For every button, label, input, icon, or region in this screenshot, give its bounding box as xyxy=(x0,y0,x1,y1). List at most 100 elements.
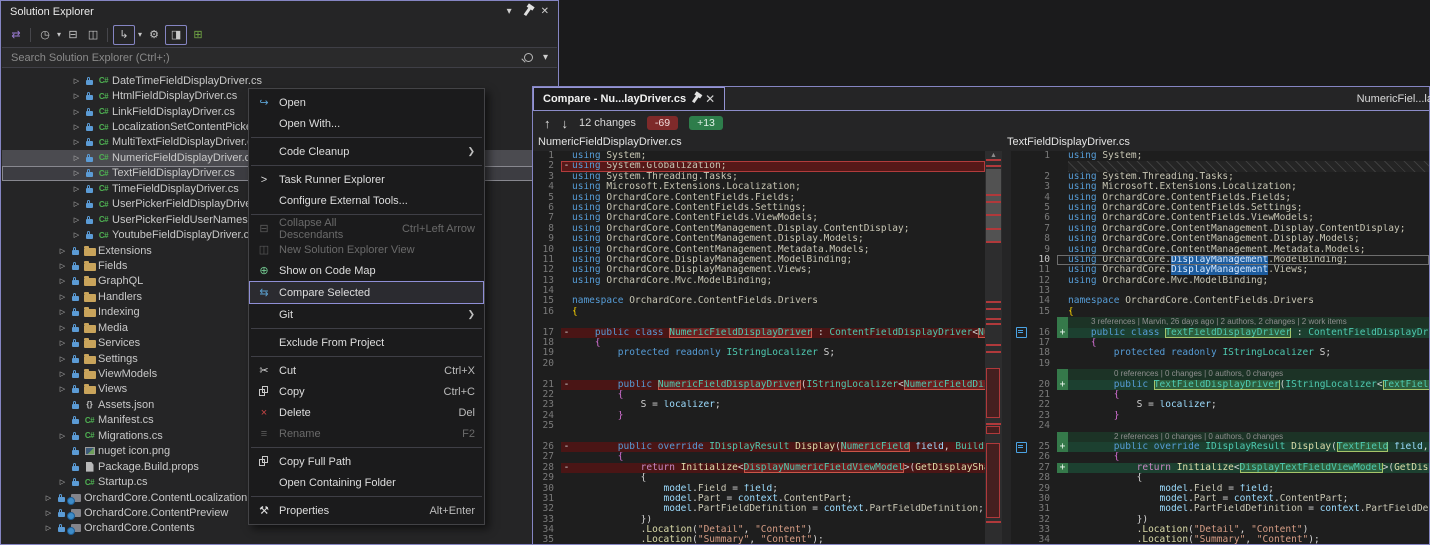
code-line[interactable]: 2-using System.Globalization; xyxy=(533,161,985,171)
expand-chevron-icon[interactable]: ▷ xyxy=(70,108,83,116)
preview-selected-items-icon[interactable]: ↳ xyxy=(113,25,135,45)
code-line[interactable]: 21 { xyxy=(1011,390,1429,400)
code-line[interactable]: 12using OrchardCore.DisplayManagement.Vi… xyxy=(533,265,985,275)
code-line[interactable]: 24 } xyxy=(533,411,985,421)
code-line[interactable]: 2using System.Threading.Tasks; xyxy=(1011,172,1429,182)
code-line[interactable]: 1using System; xyxy=(533,151,985,161)
code-line[interactable]: 29 model.Field = field; xyxy=(1011,484,1429,494)
expand-chevron-icon[interactable]: ▷ xyxy=(70,169,83,177)
expand-chevron-icon[interactable]: ▷ xyxy=(70,200,83,208)
toolbar-dropdown-chevron-icon[interactable]: ▾ xyxy=(57,30,61,39)
code-line[interactable]: 14namespace OrchardCore.ContentFields.Dr… xyxy=(1011,296,1429,306)
code-line[interactable]: 4using OrchardCore.ContentFields.Fields; xyxy=(1011,193,1429,203)
code-line[interactable]: 27 { xyxy=(533,452,985,462)
code-line[interactable]: 32 }) xyxy=(1011,515,1429,525)
sync-with-active-document-icon[interactable]: ⇄ xyxy=(7,26,25,44)
code-line[interactable]: 23 } xyxy=(1011,411,1429,421)
code-line[interactable]: 28 { xyxy=(1011,473,1429,483)
code-line[interactable]: 31 model.Part = context.ContentPart; xyxy=(533,494,985,504)
code-line[interactable]: 32 model.PartFieldDefinition = context.P… xyxy=(533,504,985,514)
menu-item-rename[interactable]: ≡RenameF2 xyxy=(249,423,484,444)
code-line[interactable] xyxy=(533,369,985,379)
code-line[interactable]: 15namespace OrchardCore.ContentFields.Dr… xyxy=(533,296,985,306)
code-line[interactable]: 7using OrchardCore.ContentFields.ViewMod… xyxy=(533,213,985,223)
expand-chevron-icon[interactable]: ▷ xyxy=(56,339,69,347)
menu-item-copy-full-path[interactable]: Copy Full Path xyxy=(249,451,484,472)
menu-item-open-with[interactable]: Open With... xyxy=(249,113,484,134)
menu-item-cut[interactable]: ✂CutCtrl+X xyxy=(249,360,484,381)
menu-item-code-cleanup[interactable]: Code Cleanup❯ xyxy=(249,141,484,162)
code-line[interactable]: 18 protected readonly IStringLocalizer S… xyxy=(1011,348,1429,358)
search-options-chevron-icon[interactable]: ▾ xyxy=(543,53,548,63)
properties-page-icon[interactable]: ◫ xyxy=(84,26,102,44)
code-line[interactable]: 29 { xyxy=(533,473,985,483)
diff-overview-ruler[interactable]: ▲ xyxy=(985,151,1011,544)
expand-chevron-icon[interactable]: ▷ xyxy=(70,154,83,162)
code-line[interactable]: 33 }) xyxy=(533,515,985,525)
code-line[interactable]: 9using OrchardCore.ContentManagement.Met… xyxy=(1011,245,1429,255)
previous-change-icon[interactable]: ↑ xyxy=(544,116,551,131)
expand-chevron-icon[interactable]: ▷ xyxy=(56,478,69,486)
code-line[interactable]: 31 model.PartFieldDefinition = context.P… xyxy=(1011,504,1429,514)
expand-chevron-icon[interactable]: ▷ xyxy=(56,370,69,378)
expand-chevron-icon[interactable]: ▷ xyxy=(56,385,69,393)
search-box[interactable]: Search Solution Explorer (Ctrl+;) ▾ xyxy=(2,47,557,68)
code-line[interactable]: 22 { xyxy=(533,390,985,400)
code-line[interactable]: 20+ public TextFieldDisplayDriver(IStrin… xyxy=(1011,380,1429,390)
expand-chevron-icon[interactable]: ▷ xyxy=(70,185,83,193)
reference-margin-icon[interactable] xyxy=(1011,442,1031,452)
code-line[interactable]: 16+ public class TextFieldDisplayDriver … xyxy=(1011,328,1429,338)
code-line[interactable]: 27+ return Initialize<DisplayTextFieldVi… xyxy=(1011,463,1429,473)
tab-compare[interactable]: Compare - Nu...layDriver.cs ✕ xyxy=(533,87,725,110)
code-line[interactable]: 21- public NumericFieldDisplayDriver(ISt… xyxy=(533,380,985,390)
code-line[interactable]: 26 { xyxy=(1011,452,1429,462)
code-line[interactable]: 25+ public override IDisplayResult Displ… xyxy=(1011,442,1429,452)
menu-item-new-solution-explorer-view[interactable]: ◫New Solution Explorer View xyxy=(249,239,484,260)
code-line[interactable]: 13using OrchardCore.Mvc.ModelBinding; xyxy=(533,276,985,286)
scroll-up-arrow-icon[interactable]: ▲ xyxy=(985,152,1002,159)
menu-item-open[interactable]: ↪Open xyxy=(249,92,484,113)
code-line[interactable]: 4using Microsoft.Extensions.Localization… xyxy=(533,182,985,192)
codelens-row[interactable]: 0 references | 0 changes | 0 authors, 0 … xyxy=(1011,369,1429,379)
code-line[interactable]: 35 .Location("Summary", "Content"); xyxy=(533,535,985,544)
code-line[interactable]: 13 xyxy=(1011,286,1429,296)
wrench-settings-icon[interactable]: ⚙ xyxy=(145,26,163,44)
code-line[interactable]: 34 .Location("Summary", "Content"); xyxy=(1011,535,1429,544)
code-line[interactable]: 10using OrchardCore.ContentManagement.Me… xyxy=(533,245,985,255)
menu-item-collapse-all-descendants[interactable]: ⊟Collapse All DescendantsCtrl+Left Arrow xyxy=(249,218,484,239)
scrollbar-thumb[interactable] xyxy=(986,169,1001,241)
codelens-row[interactable]: 2 references | 0 changes | 0 authors, 0 … xyxy=(1011,432,1429,442)
window-position-chevron-icon[interactable]: ▾ xyxy=(507,7,512,17)
menu-item-compare-selected[interactable]: ⇆Compare Selected xyxy=(249,281,484,304)
code-line[interactable]: 28- return Initialize<DisplayNumericFiel… xyxy=(533,463,985,473)
code-line[interactable]: 15{ xyxy=(1011,307,1429,317)
code-line[interactable]: 5using OrchardCore.ContentFields.Fields; xyxy=(533,193,985,203)
code-line[interactable]: 30 model.Part = context.ContentPart; xyxy=(1011,494,1429,504)
code-line[interactable]: 19 xyxy=(1011,359,1429,369)
menu-item-configure-external-tools[interactable]: Configure External Tools... xyxy=(249,190,484,211)
code-line[interactable]: 8using OrchardCore.ContentManagement.Dis… xyxy=(1011,234,1429,244)
expand-chevron-icon[interactable]: ▷ xyxy=(70,77,83,85)
code-line[interactable]: 30 model.Field = field; xyxy=(533,484,985,494)
next-change-icon[interactable]: ↓ xyxy=(562,116,569,131)
code-line[interactable]: 9using OrchardCore.ContentManagement.Dis… xyxy=(533,234,985,244)
expand-chevron-icon[interactable]: ▷ xyxy=(56,277,69,285)
expand-chevron-icon[interactable]: ▷ xyxy=(56,308,69,316)
code-line[interactable] xyxy=(533,432,985,442)
codelens-row[interactable]: 3 references | Marvin, 26 days ago | 2 a… xyxy=(1011,317,1429,327)
code-line[interactable]: 17 { xyxy=(1011,338,1429,348)
code-line[interactable]: 20 xyxy=(533,359,985,369)
expand-chevron-icon[interactable]: ▷ xyxy=(42,524,55,532)
code-line[interactable]: 24 xyxy=(1011,421,1429,431)
expand-chevron-icon[interactable]: ▷ xyxy=(70,123,83,131)
code-line[interactable]: 34 .Location("Detail", "Content") xyxy=(533,525,985,535)
left-code-pane[interactable]: 1using System;2-using System.Globalizati… xyxy=(533,151,985,544)
menu-item-task-runner-explorer[interactable]: >Task Runner Explorer xyxy=(249,169,484,190)
tab-pin-icon[interactable] xyxy=(692,95,699,103)
code-line[interactable]: 8using OrchardCore.ContentManagement.Dis… xyxy=(533,224,985,234)
expand-chevron-icon[interactable]: ▷ xyxy=(70,231,83,239)
code-line[interactable]: 33 .Location("Detail", "Content") xyxy=(1011,525,1429,535)
menu-item-git[interactable]: Git❯ xyxy=(249,304,484,325)
code-line[interactable]: 17- public class NumericFieldDisplayDriv… xyxy=(533,328,985,338)
code-line[interactable]: 25 xyxy=(533,421,985,431)
